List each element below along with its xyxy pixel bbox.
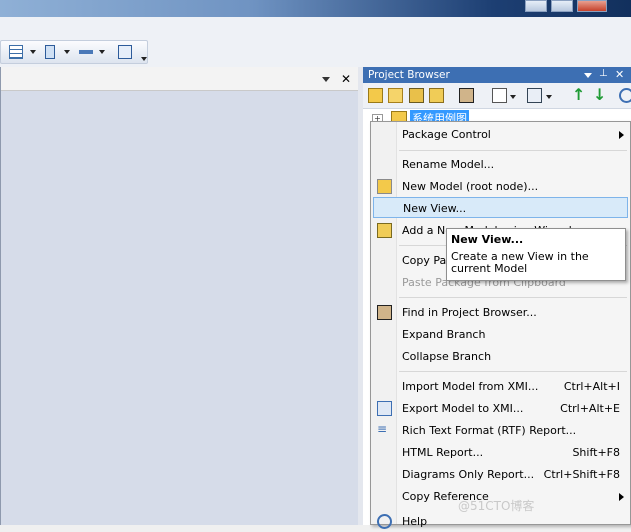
menu-item-collapse-branch[interactable]: Collapse Branch <box>373 346 628 367</box>
project-browser-header: Project Browser ⊥ ✕ <box>363 67 631 83</box>
help-icon <box>377 514 392 529</box>
menu-item-package-control[interactable]: Package Control <box>373 124 628 145</box>
edit-icon[interactable] <box>492 88 507 103</box>
chevron-down-icon[interactable] <box>584 73 592 78</box>
dropdown-caret-icon[interactable] <box>30 50 36 54</box>
menu-item-find-in-browser[interactable]: Find in Project Browser... <box>373 302 628 323</box>
diagram-canvas[interactable] <box>0 91 358 525</box>
menu-item-rename-model[interactable]: Rename Model... <box>373 154 628 175</box>
menu-item-rtf-report[interactable]: ≡ Rich Text Format (RTF) Report... <box>373 420 628 441</box>
new-element-icon[interactable] <box>429 88 444 103</box>
wizard-icon <box>377 223 392 238</box>
maximize-icon[interactable] <box>551 0 573 12</box>
submenu-arrow-icon <box>619 131 624 139</box>
properties-icon[interactable] <box>527 88 542 103</box>
rtf-icon: ≡ <box>377 422 388 436</box>
dropdown-caret-icon[interactable] <box>99 50 105 54</box>
minimize-icon[interactable] <box>525 0 547 12</box>
move-up-icon[interactable]: ↑ <box>572 85 585 104</box>
menu-item-diagrams-report[interactable]: Diagrams Only Report... Ctrl+Shift+F8 <box>373 464 628 485</box>
close-icon[interactable]: ✕ <box>615 68 624 81</box>
menu-item-html-report[interactable]: HTML Report... Shift+F8 <box>373 442 628 463</box>
model-icon <box>377 179 392 194</box>
window-title-bar <box>0 0 631 17</box>
menu-item-new-model[interactable]: New Model (root node)... <box>373 176 628 197</box>
tooltip-body: Create a new View in the current Model <box>451 250 589 275</box>
menu-item-help[interactable]: Help <box>373 511 628 532</box>
window-icon[interactable] <box>118 45 132 59</box>
panel-title: Project Browser <box>368 69 450 81</box>
pin-icon[interactable]: ⊥ <box>599 68 608 79</box>
project-browser-toolbar: ↑ ↓ <box>363 83 631 109</box>
table-icon[interactable] <box>9 45 23 59</box>
submenu-arrow-icon <box>619 493 624 501</box>
menu-separator <box>399 150 627 151</box>
dropdown-caret-icon[interactable] <box>510 95 516 99</box>
new-package-icon[interactable] <box>368 88 383 103</box>
menu-item-expand-branch[interactable]: Expand Branch <box>373 324 628 345</box>
menu-separator <box>399 297 627 298</box>
tooltip: New View... Create a new View in the cur… <box>446 228 626 281</box>
document-header: ✕ <box>0 67 358 91</box>
line-icon[interactable] <box>79 50 93 54</box>
toolbar-overflow-icon[interactable] <box>141 57 147 61</box>
panel-icon[interactable] <box>45 45 55 59</box>
chevron-down-icon[interactable] <box>322 77 330 82</box>
help-icon[interactable] <box>619 88 631 103</box>
find-icon[interactable] <box>459 88 474 103</box>
menu-item-new-view[interactable]: New View... <box>373 197 628 218</box>
menu-item-export-xmi[interactable]: Export Model to XMI... Ctrl+Alt+E <box>373 398 628 419</box>
main-toolbar <box>0 40 148 64</box>
new-diagram-icon[interactable] <box>409 88 424 103</box>
menu-item-import-xmi[interactable]: Import Model from XMI... Ctrl+Alt+I <box>373 376 628 397</box>
new-folder-icon[interactable] <box>388 88 403 103</box>
context-menu: Package Control Rename Model... New Mode… <box>370 121 631 529</box>
move-down-icon[interactable]: ↓ <box>593 85 606 104</box>
close-icon[interactable] <box>577 0 607 12</box>
tooltip-title: New View... <box>451 233 524 246</box>
watermark: @51CTO博客 <box>458 499 535 513</box>
pane-border <box>0 67 1 525</box>
dropdown-caret-icon[interactable] <box>546 95 552 99</box>
binoculars-icon <box>377 305 392 320</box>
menu-separator <box>399 371 627 372</box>
export-icon <box>377 401 392 416</box>
dropdown-caret-icon[interactable] <box>64 50 70 54</box>
close-icon[interactable]: ✕ <box>341 72 351 86</box>
